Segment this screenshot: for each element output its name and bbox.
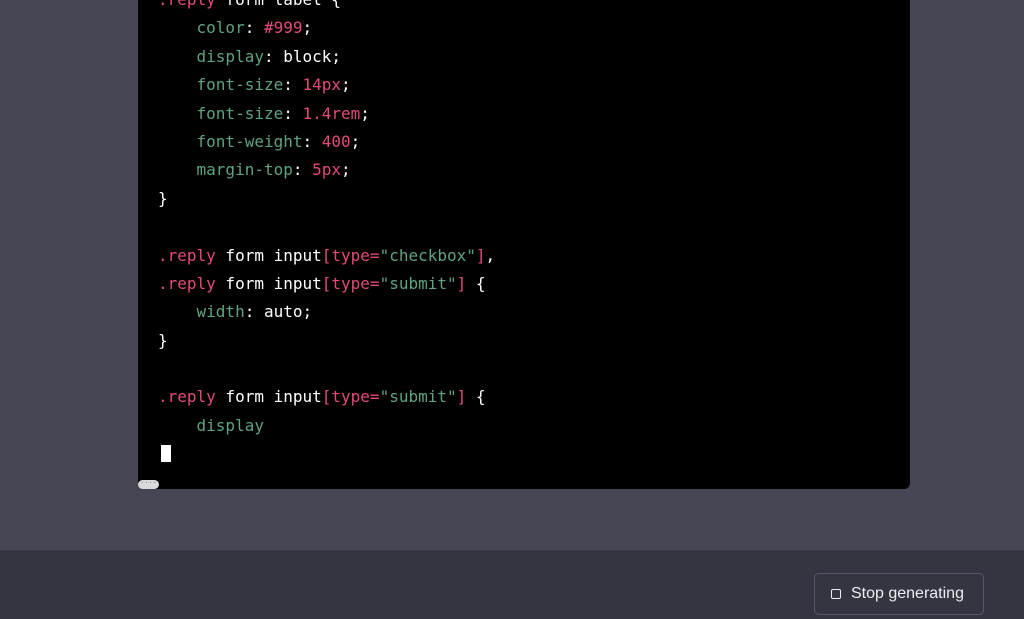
- code-token: font-size: [196, 75, 284, 95]
- code-token: : block;: [263, 46, 342, 66]
- code-token: .reply: [158, 273, 216, 293]
- code-line: [158, 440, 495, 468]
- code-token: "submit": [379, 273, 457, 293]
- code-token: "submit": [379, 387, 457, 407]
- code-token: ;: [360, 103, 370, 123]
- code-token: ;: [302, 18, 313, 38]
- code-line: .reply form input[type="checkbox"],: [158, 242, 495, 270]
- code-line: font-size: 14px;: [158, 71, 495, 99]
- code-line: .reply form label {: [158, 0, 495, 14]
- code-token: ;: [341, 160, 351, 180]
- code-line: .reply form input[type="submit"] {: [158, 383, 495, 411]
- code-token: label: [274, 0, 322, 9]
- code-token: "checkbox": [379, 245, 476, 265]
- code-line: font-weight: 400;: [158, 128, 495, 156]
- code-token: .reply: [158, 0, 216, 9]
- code-line: margin-top: 5px;: [158, 156, 495, 184]
- stop-generating-label: Stop generating: [851, 585, 964, 602]
- code-token: #999: [263, 18, 303, 38]
- code-token: :: [292, 160, 313, 180]
- code-token: {: [322, 0, 341, 9]
- code-token: :: [302, 131, 322, 151]
- code-token: form input: [215, 273, 322, 293]
- code-token: :: [283, 103, 303, 123]
- code-token: font-weight: [196, 131, 303, 151]
- code-line: }: [158, 327, 495, 355]
- code-token: 1.4rem: [302, 103, 361, 123]
- code-token: width: [196, 302, 245, 322]
- horizontal-scrollbar-handle[interactable]: ····: [138, 480, 159, 489]
- code-token: ;: [341, 75, 351, 95]
- code-line: width: auto;: [158, 298, 495, 326]
- code-token: [type=: [321, 245, 380, 265]
- code-content: .reply form label { color: #999; display…: [158, 0, 495, 469]
- code-line: }: [158, 185, 495, 213]
- code-token: color: [196, 18, 245, 38]
- code-token: form input: [215, 245, 322, 265]
- code-token: 400: [321, 131, 351, 151]
- code-line: font-size: 1.4rem;: [158, 100, 495, 128]
- code-token: [type=: [321, 387, 380, 407]
- stop-square-icon: [831, 589, 841, 599]
- assistant-message-area: .reply form label { color: #999; display…: [0, 0, 1024, 550]
- code-token: ;: [350, 131, 361, 151]
- code-line: .reply form input[type="submit"] {: [158, 270, 495, 298]
- code-token: display: [196, 46, 264, 66]
- code-token: :: [283, 75, 303, 95]
- code-token: form: [216, 0, 274, 9]
- code-token: ,: [485, 245, 496, 265]
- code-line: display: block;: [158, 43, 495, 71]
- code-token: {: [466, 273, 486, 293]
- code-token: }: [158, 330, 168, 350]
- code-token: : auto;: [244, 302, 313, 322]
- code-token: .reply: [158, 245, 216, 265]
- code-token: }: [158, 188, 168, 208]
- code-token: 14px: [302, 75, 342, 95]
- code-token: 5px: [312, 160, 342, 180]
- code-token: :: [244, 18, 264, 38]
- code-token: [type=: [321, 273, 380, 293]
- code-line: display: [158, 412, 495, 440]
- code-token: .reply: [158, 387, 216, 407]
- code-token: ]: [456, 273, 467, 293]
- code-token: {: [466, 387, 486, 407]
- code-token: margin-top: [196, 160, 293, 180]
- typing-cursor: [161, 445, 171, 463]
- composer-bar: Stop generating: [0, 550, 1024, 619]
- code-line: color: #999;: [158, 14, 495, 42]
- code-token: display: [196, 415, 264, 435]
- code-token: ]: [475, 245, 486, 265]
- code-token: ]: [456, 387, 467, 407]
- code-token: form input: [215, 387, 322, 407]
- stop-generating-button[interactable]: Stop generating: [814, 573, 984, 615]
- code-token: font-size: [196, 103, 284, 123]
- code-block: .reply form label { color: #999; display…: [138, 0, 910, 489]
